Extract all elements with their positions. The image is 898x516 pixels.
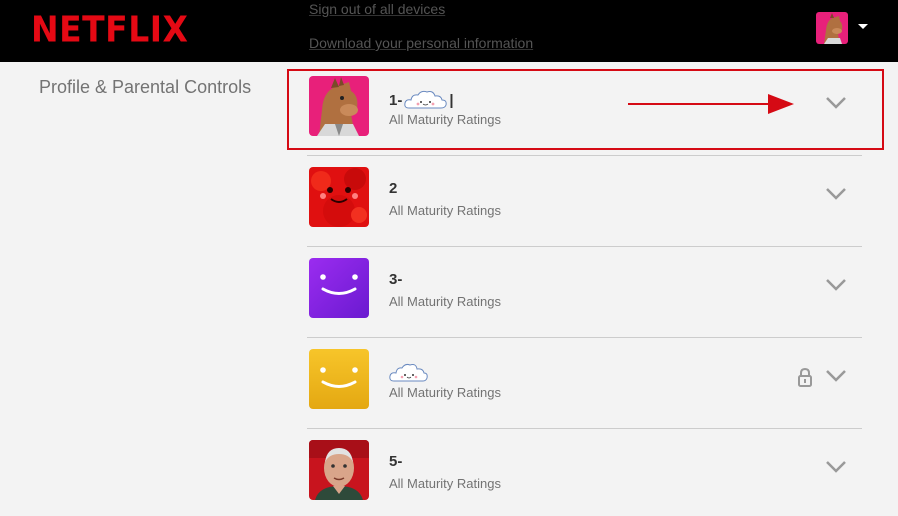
account-dropdown-menu-behind: Sign out of all devices Download your pe… (309, 0, 533, 60)
caret-down-icon[interactable] (858, 24, 868, 29)
chevron-down-icon[interactable] (825, 278, 847, 292)
maturity-rating: All Maturity Ratings (389, 294, 501, 309)
top-navigation-bar: NETFLIX Sign out of all devices Download… (0, 0, 898, 62)
lock-icon (798, 367, 812, 387)
chevron-down-icon[interactable] (825, 460, 847, 474)
profile-name (389, 362, 429, 384)
profile-row[interactable]: 2 All Maturity Ratings (307, 156, 862, 247)
account-avatar[interactable] (816, 12, 848, 44)
profile-avatar-old-man (309, 440, 369, 500)
profile-name: 3- (389, 271, 403, 288)
chevron-down-icon[interactable] (825, 369, 847, 383)
profile-avatar-red-monster (309, 167, 369, 227)
maturity-rating: All Maturity Ratings (389, 203, 501, 218)
profile-name: 5- (389, 453, 403, 470)
profile-avatar-yellow-smile (309, 349, 369, 409)
chevron-down-icon[interactable] (825, 187, 847, 201)
profile-row[interactable]: 3- All Maturity Ratings (307, 247, 862, 338)
cloud-emoji-icon (389, 363, 428, 382)
download-personal-info-link[interactable]: Download your personal information (309, 26, 533, 60)
sign-out-all-devices-link[interactable]: Sign out of all devices (309, 0, 533, 26)
section-heading: Profile & Parental Controls (39, 77, 252, 97)
netflix-logo[interactable]: NETFLIX (31, 8, 188, 50)
maturity-rating: All Maturity Ratings (389, 385, 501, 400)
profile-name: 2 (389, 180, 398, 197)
profile-row[interactable]: All Maturity Ratings (307, 338, 862, 429)
maturity-rating: All Maturity Ratings (389, 476, 501, 491)
profile-row[interactable]: 5- All Maturity Ratings (307, 429, 862, 516)
annotation-arrow-icon (628, 94, 794, 114)
profile-avatar-purple-smile (309, 258, 369, 318)
